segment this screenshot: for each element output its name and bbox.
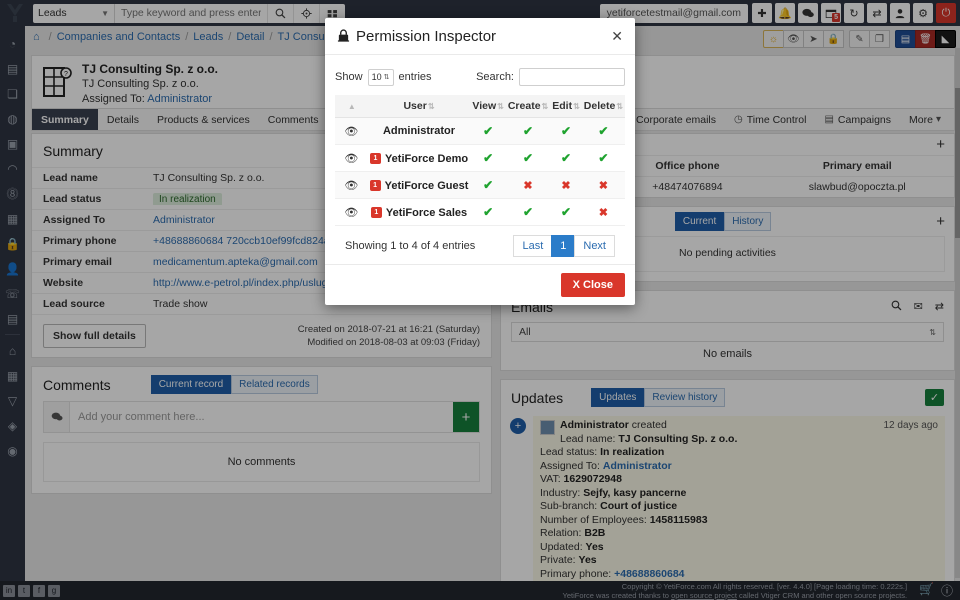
col-user[interactable]: User⇅ [367, 95, 471, 118]
user-name: Administrator [382, 125, 456, 137]
user-cell: Administrator [367, 117, 471, 145]
visibility-cell[interactable]: 👁 [335, 171, 368, 199]
entries-label: entries [398, 71, 432, 83]
eye-off-icon[interactable]: 👁 [344, 153, 358, 165]
view-cell: ✔ [470, 144, 506, 172]
col-label: Delete [583, 100, 616, 112]
table-row[interactable]: 👁 Administrator ✔ ✔ ✔ ✔ [335, 117, 625, 145]
eye-off-icon[interactable]: 👁 [344, 207, 358, 219]
modal-search-input[interactable] [519, 68, 625, 86]
sort-icon: ⇅ [616, 102, 623, 111]
close-button[interactable]: X Close [560, 273, 625, 297]
eye-off-icon[interactable]: 👁 [344, 180, 358, 192]
page-last[interactable]: Last [513, 235, 553, 257]
table-header-row: ▲ User⇅ View⇅ Create⇅ Edit⇅ Delete⇅ [335, 95, 625, 118]
edit-cell: ✔ [550, 117, 582, 145]
close-icon[interactable]: ✕ [611, 28, 623, 45]
create-cell: ✔ [505, 198, 551, 226]
visibility-cell[interactable]: 👁 [335, 117, 368, 145]
entries-info: Showing 1 to 4 of 4 entries [345, 240, 476, 252]
sort-icon: ⇅ [427, 102, 435, 111]
col-create[interactable]: Create⇅ [505, 95, 551, 118]
user-name: YetiForce Demo [384, 152, 469, 165]
delete-cell: ✖ [581, 171, 625, 199]
col-label: Create [507, 100, 541, 112]
modal-header: Permission Inspector ✕ [325, 18, 635, 54]
edit-cell: ✖ [550, 171, 582, 199]
permission-inspector-modal: Permission Inspector ✕ Show 10 ⇅ entries… [325, 18, 635, 305]
col-delete[interactable]: Delete⇅ [581, 95, 625, 118]
page-length-select[interactable]: 10 ⇅ [367, 68, 394, 86]
modal-search: Search: [476, 68, 625, 86]
delete-cell: ✖ [581, 198, 625, 226]
view-cell: ✔ [470, 198, 506, 226]
col-edit[interactable]: Edit⇅ [550, 95, 582, 118]
modal-title: Permission Inspector [356, 28, 497, 45]
eye-off-icon[interactable]: 👁 [344, 126, 358, 138]
sort-icon: ▲ [347, 102, 356, 111]
user-flag-icon: 1 [369, 153, 381, 165]
page-length-value: 10 [371, 72, 382, 82]
col-label: Edit [552, 100, 573, 112]
user-cell: 1 YetiForce Sales [367, 198, 471, 226]
create-cell: ✔ [505, 117, 551, 145]
edit-cell: ✔ [550, 198, 582, 226]
sort-icon: ⇅ [541, 102, 549, 111]
page-next[interactable]: Next [574, 235, 615, 257]
delete-cell: ✔ [581, 144, 625, 172]
modal-footer: X Close [325, 264, 635, 305]
view-cell: ✔ [470, 171, 506, 199]
col-label: View [472, 100, 497, 112]
sort-icon: ⇅ [497, 102, 504, 111]
user-flag-icon: 1 [369, 180, 381, 192]
delete-cell: ✔ [581, 117, 625, 145]
create-cell: ✖ [505, 171, 551, 199]
modal-body: Show 10 ⇅ entries Search: ▲ User⇅ View⇅ [325, 54, 635, 264]
sort-icon: ⇅ [573, 102, 580, 111]
edit-cell: ✔ [550, 144, 582, 172]
table-row[interactable]: 👁 1 YetiForce Guest ✔ ✖ ✖ ✖ [335, 171, 625, 199]
lock-inspector-icon [337, 28, 350, 45]
user-name: YetiForce Sales [385, 206, 468, 219]
user-cell: 1 YetiForce Demo [367, 144, 471, 172]
search-label: Search: [476, 71, 514, 83]
view-cell: ✔ [470, 117, 506, 145]
table-row[interactable]: 👁 1 YetiForce Sales ✔ ✔ ✔ ✖ [335, 198, 625, 226]
user-cell: 1 YetiForce Guest [367, 171, 471, 199]
pagination: Last 1 Next [513, 235, 615, 257]
user-name: YetiForce Guest [384, 179, 469, 192]
chevron-updown-icon: ⇅ [383, 74, 390, 81]
table-row[interactable]: 👁 1 YetiForce Demo ✔ ✔ ✔ ✔ [335, 144, 625, 172]
visibility-cell[interactable]: 👁 [335, 198, 368, 226]
col-view[interactable]: View⇅ [470, 95, 506, 118]
show-label: Show [335, 71, 363, 83]
table-footer: Showing 1 to 4 of 4 entries Last 1 Next [335, 226, 625, 264]
user-flag-icon: 1 [370, 207, 382, 219]
col-label: User [403, 100, 427, 112]
page-1[interactable]: 1 [551, 235, 576, 257]
create-cell: ✔ [505, 144, 551, 172]
col-visibility[interactable]: ▲ [335, 95, 368, 118]
table-controls: Show 10 ⇅ entries Search: [335, 61, 625, 95]
visibility-cell[interactable]: 👁 [335, 144, 368, 172]
permissions-table: ▲ User⇅ View⇅ Create⇅ Edit⇅ Delete⇅ 👁 Ad… [335, 95, 625, 226]
